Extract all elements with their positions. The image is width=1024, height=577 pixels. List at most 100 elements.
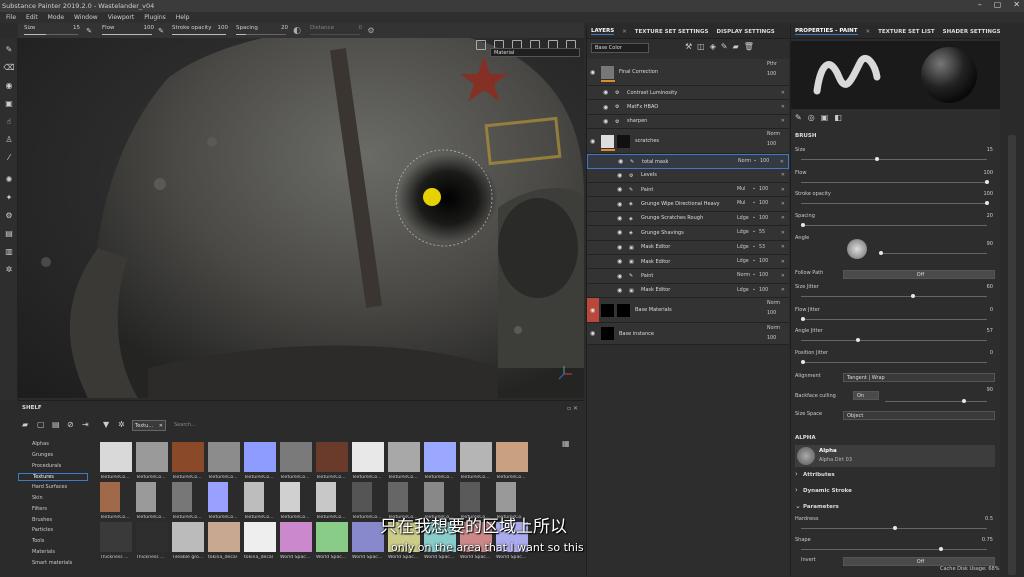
layer-row[interactable]: ◉ ⚙ Contrast Luminosity ✕ xyxy=(587,86,789,101)
tab-display-settings[interactable]: DISPLAY SETTINGS xyxy=(717,29,775,35)
layer-group-row[interactable]: ◉ Base Materials Norm 100 xyxy=(587,298,789,324)
parameters-section[interactable]: Parameters xyxy=(803,504,839,510)
folder-icon[interactable]: ▰ xyxy=(22,420,31,429)
angle-jitter-slider[interactable]: Angle Jitter 57 xyxy=(795,328,995,348)
size-jitter-handle[interactable] xyxy=(911,294,916,298)
visibility-eye-icon[interactable]: ◉ xyxy=(617,229,622,236)
visibility-eye-icon[interactable]: ◉ xyxy=(590,330,595,337)
size-value[interactable]: 15 xyxy=(987,147,993,153)
texture-thumbnail[interactable]: TexturesCo... xyxy=(208,442,240,480)
layer-opacity[interactable]: 100 xyxy=(767,142,776,147)
layer-opacity[interactable]: 100 xyxy=(759,288,768,293)
layer-blend-mode[interactable]: Norm xyxy=(737,273,750,278)
visibility-eye-icon[interactable]: ◉ xyxy=(603,104,608,111)
position-jitter-handle[interactable] xyxy=(801,360,805,364)
shelf-category-hard-surfaces[interactable]: Hard Surfaces xyxy=(32,484,67,490)
lazy-mouse-icon[interactable]: ◐ xyxy=(290,26,304,36)
layer-blend-mode[interactable]: Ldge xyxy=(737,259,749,264)
size-jitter-value[interactable]: 60 xyxy=(987,284,993,290)
layer-opacity[interactable]: 100 xyxy=(767,311,776,316)
shelf-category-grunges[interactable]: Grunges xyxy=(32,452,53,458)
layer-blend-mode[interactable]: Ldge xyxy=(737,245,749,250)
shape-handle[interactable] xyxy=(939,547,943,551)
visibility-eye-icon[interactable]: ◉ xyxy=(590,307,595,314)
grid-view-icon[interactable]: ▦ xyxy=(562,439,570,448)
particle-tool-icon[interactable]: ✺ xyxy=(4,174,14,184)
close-button[interactable]: ✕ xyxy=(1013,0,1020,9)
remove-effect-icon[interactable]: ✕ xyxy=(781,244,785,250)
remove-effect-icon[interactable]: ✕ xyxy=(781,104,785,110)
add-mask-icon[interactable]: ◫ xyxy=(697,42,705,51)
color-picker-tool-icon[interactable]: ⁄ xyxy=(4,152,14,162)
texture-thumbnail[interactable]: TexturesCo... xyxy=(172,442,204,480)
properties-scrollbar[interactable] xyxy=(1000,25,1024,576)
shelf-category-filters[interactable]: Filters xyxy=(32,506,47,512)
size-slider[interactable]: Size 15 xyxy=(795,147,995,167)
layer-blend-mode[interactable]: Ldge xyxy=(737,288,749,293)
hide-icon[interactable]: ⊘ xyxy=(67,420,76,429)
layer-blend-mode[interactable]: Norm xyxy=(738,159,751,164)
layer-row[interactable]: ◉ ⚙ Levels ✕ xyxy=(587,168,789,183)
layer-opacity[interactable]: 100 xyxy=(760,159,769,164)
flow-jitter-slider[interactable]: Flow Jitter 0 xyxy=(795,307,995,327)
texture-thumbnail[interactable]: TexturesCo... xyxy=(244,442,276,480)
position-jitter-value[interactable]: 0 xyxy=(990,350,993,356)
size-space-select[interactable]: Object xyxy=(843,411,995,420)
remove-effect-icon[interactable]: ✕ xyxy=(781,230,785,236)
menu-mode[interactable]: Mode xyxy=(48,14,64,21)
layer-group-row[interactable]: ◉ Base instance Norm 100 xyxy=(587,323,789,346)
add-fill-layer-icon[interactable]: ◈ xyxy=(710,42,716,51)
visibility-eye-icon[interactable]: ◉ xyxy=(590,138,595,145)
visibility-eye-icon[interactable]: ◉ xyxy=(618,158,623,165)
shelf-category-procedurals[interactable]: Procedurals xyxy=(32,463,61,469)
remove-effect-icon[interactable]: ✕ xyxy=(781,273,785,279)
invert-toggle[interactable]: Off xyxy=(843,557,995,566)
filter-icon[interactable]: ▼ xyxy=(103,420,112,429)
texture-thumbnail[interactable]: Thickness ... xyxy=(100,522,132,560)
layer-row[interactable]: ◉ ◈ Grunge Shavings Ldge 55 ⌄ ✕ xyxy=(587,226,789,241)
layer-group-row[interactable]: ◉ Final Correction Pthr 100 xyxy=(587,59,789,86)
flow-value[interactable]: 100 xyxy=(983,170,993,176)
angle-slider[interactable]: Angle 90 xyxy=(795,235,995,265)
paint-brush-tool-icon[interactable]: ✎ xyxy=(4,44,14,54)
stroke-opacity-value[interactable]: 100 xyxy=(983,191,993,197)
export-icon[interactable]: ▥ xyxy=(4,246,14,256)
menu-plugins[interactable]: Plugins xyxy=(144,14,166,21)
flow-jitter-value[interactable]: 0 xyxy=(990,307,993,313)
follow-path-toggle[interactable]: Off xyxy=(843,270,995,279)
attributes-section[interactable]: Attributes xyxy=(803,472,835,478)
material-select[interactable]: Material xyxy=(490,48,580,57)
eraser-tool-icon[interactable]: ⌫ xyxy=(3,62,14,72)
clone-stamp-tool-icon[interactable]: ♙ xyxy=(4,134,14,144)
settings-gear-icon[interactable]: ✲ xyxy=(118,420,127,429)
iray-icon[interactable]: ⚙ xyxy=(4,210,14,220)
texture-thumbnail[interactable]: TexturesCo... xyxy=(172,482,202,520)
texture-thumbnail[interactable]: TexturesCo... xyxy=(388,442,420,480)
hardness-handle[interactable] xyxy=(893,526,897,530)
size-jitter-slider[interactable]: Size Jitter 60 xyxy=(795,284,995,304)
angle-handle[interactable] xyxy=(879,251,883,255)
spacing-slider[interactable]: Spacing 20 xyxy=(795,213,995,233)
layer-opacity[interactable]: 100 xyxy=(767,336,776,341)
photoshop-export-icon[interactable]: ▤ xyxy=(4,228,14,238)
angle-value[interactable]: 90 xyxy=(987,241,993,247)
visibility-eye-icon[interactable]: ◉ xyxy=(617,172,622,179)
size-handle[interactable] xyxy=(874,157,879,161)
texture-thumbnail[interactable]: TexturesCo... xyxy=(244,482,274,520)
spacing-handle[interactable] xyxy=(801,223,805,227)
shelf-category-skin[interactable]: Skin xyxy=(32,495,43,501)
chevron-right-icon[interactable]: › xyxy=(795,486,798,494)
chevron-down-icon[interactable]: ⌄ xyxy=(752,287,756,292)
remove-effect-icon[interactable]: ✕ xyxy=(781,187,785,193)
shape-value[interactable]: 0.75 xyxy=(982,537,993,543)
layer-opacity[interactable]: 100 xyxy=(767,72,776,77)
add-folder-icon[interactable]: ▰ xyxy=(733,42,739,51)
stroke-opacity-option[interactable]: Stroke opacity 100 xyxy=(166,23,230,38)
shelf-filter-tab[interactable]: Textu… ✕ xyxy=(132,420,166,431)
flow-track[interactable] xyxy=(801,182,987,183)
texture-thumbnail[interactable]: TexturesCo... xyxy=(316,482,346,520)
remove-effect-icon[interactable]: ✕ xyxy=(781,259,785,265)
tab-layers[interactable]: LAYERS xyxy=(591,28,615,35)
size-track[interactable] xyxy=(801,159,987,160)
menu-window[interactable]: Window xyxy=(74,14,98,21)
